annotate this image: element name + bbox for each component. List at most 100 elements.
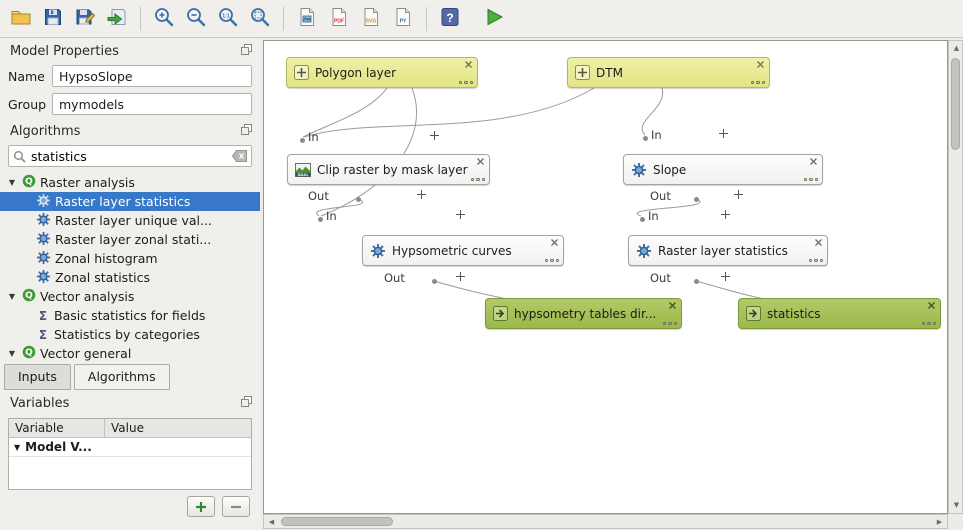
scroll-up-icon[interactable]: ▲: [949, 41, 963, 56]
tree-item-zonal-histogram[interactable]: Zonal histogram: [0, 249, 260, 268]
tree-group-vector-general[interactable]: ▼ Q Vector general: [0, 344, 260, 363]
delete-node-icon[interactable]: [464, 60, 473, 69]
model-group-input[interactable]: [52, 93, 252, 115]
socket-dot[interactable]: [640, 217, 645, 222]
float-panel-icon[interactable]: [241, 44, 252, 59]
comment-dots-icon[interactable]: [751, 81, 766, 85]
socket-dot[interactable]: [356, 197, 361, 202]
algorithm-node-slope[interactable]: Slope: [623, 154, 823, 185]
tree-item-raster-layer-unique-values[interactable]: Raster layer unique val...: [0, 211, 260, 230]
delete-node-icon[interactable]: [668, 301, 677, 310]
zoom-out-button[interactable]: [181, 4, 211, 34]
socket-dot[interactable]: [318, 217, 323, 222]
expand-socket-icon[interactable]: [721, 210, 730, 219]
scroll-down-icon[interactable]: ▼: [949, 498, 963, 513]
comment-dots-icon[interactable]: [922, 322, 937, 326]
expand-arrow-icon[interactable]: ▼: [6, 292, 18, 301]
connection-wires: [264, 41, 948, 514]
output-node-hypsometry-tables[interactable]: hypsometry tables dir...: [485, 298, 682, 329]
export-as-svg-button[interactable]: SVG: [356, 4, 386, 34]
tree-item-basic-statistics-for-fields[interactable]: Σ Basic statistics for fields: [0, 306, 260, 325]
expand-socket-icon[interactable]: [456, 272, 465, 281]
comment-dots-icon[interactable]: [459, 81, 474, 85]
horizontal-scrollbar-thumb[interactable]: [281, 517, 393, 526]
delete-node-icon[interactable]: [927, 301, 936, 310]
zoom-actual-button[interactable]: 1:1: [213, 4, 243, 34]
export-as-pdf-button[interactable]: PDF: [324, 4, 354, 34]
expand-socket-icon[interactable]: [456, 210, 465, 219]
save-model-as-button[interactable]: [70, 4, 100, 34]
horizontal-scrollbar[interactable]: ◀ ▶: [263, 514, 948, 529]
comment-dots-icon[interactable]: [471, 178, 486, 182]
help-button[interactable]: ?: [435, 4, 465, 34]
delete-node-icon[interactable]: [756, 60, 765, 69]
tab-algorithms[interactable]: Algorithms: [74, 364, 170, 390]
model-variables-row[interactable]: ▼ Model V...: [9, 438, 251, 457]
socket-dot[interactable]: [300, 138, 305, 143]
expand-socket-icon[interactable]: [719, 129, 728, 138]
vertical-scrollbar[interactable]: ▲ ▼: [948, 40, 963, 514]
tree-item-raster-layer-zonal-statistics[interactable]: Raster layer zonal stati...: [0, 230, 260, 249]
algorithm-search-input[interactable]: [8, 145, 252, 167]
comment-dots-icon[interactable]: [545, 259, 560, 263]
expand-arrow-icon[interactable]: ▼: [6, 178, 18, 187]
tree-group-vector-analysis[interactable]: ▼ Q Vector analysis: [0, 287, 260, 306]
tab-inputs[interactable]: Inputs: [4, 364, 71, 390]
tree-label: Vector analysis: [40, 289, 134, 304]
run-model-button[interactable]: [479, 4, 509, 34]
input-node-dtm[interactable]: DTM: [567, 57, 770, 88]
tree-item-statistics-by-categories[interactable]: Σ Statistics by categories: [0, 325, 260, 344]
float-panel-icon[interactable]: [241, 396, 252, 411]
node-title: Clip raster by mask layer: [317, 163, 468, 177]
comment-dots-icon[interactable]: [663, 322, 678, 326]
model-canvas[interactable]: Polygon layer DTM GDAL Clip raster by ma…: [263, 40, 948, 514]
provider-qgis-icon: Q: [22, 345, 36, 362]
model-name-input[interactable]: [52, 65, 252, 87]
algorithm-node-clip-raster[interactable]: GDAL Clip raster by mask layer: [287, 154, 490, 185]
expand-socket-icon[interactable]: [417, 190, 426, 199]
socket-dot[interactable]: [432, 279, 437, 284]
zoom-full-button[interactable]: [245, 4, 275, 34]
scroll-left-icon[interactable]: ◀: [264, 515, 279, 530]
zoom-in-button[interactable]: [149, 4, 179, 34]
expand-arrow-icon[interactable]: ▼: [14, 443, 20, 452]
delete-node-icon[interactable]: [476, 157, 485, 166]
toolbar-separator: [283, 7, 284, 31]
socket-dot[interactable]: [643, 136, 648, 141]
add-variable-button[interactable]: [187, 496, 215, 517]
svg-text:Q: Q: [25, 177, 33, 187]
input-node-polygon-layer[interactable]: Polygon layer: [286, 57, 478, 88]
expand-socket-icon[interactable]: [721, 272, 730, 281]
expand-arrow-icon[interactable]: ▼: [6, 349, 18, 358]
algorithm-node-hypsometric-curves[interactable]: Hypsometric curves: [362, 235, 564, 266]
delete-node-icon[interactable]: [809, 157, 818, 166]
tree-item-zonal-statistics[interactable]: Zonal statistics: [0, 268, 260, 287]
vertical-scrollbar-thumb[interactable]: [951, 58, 960, 150]
save-in-project-button[interactable]: [102, 4, 132, 34]
open-model-button[interactable]: [6, 4, 36, 34]
algorithm-node-raster-layer-statistics[interactable]: Raster layer statistics: [628, 235, 828, 266]
export-as-image-button[interactable]: [292, 4, 322, 34]
export-as-python-button[interactable]: PY: [388, 4, 418, 34]
expand-socket-icon[interactable]: [734, 190, 743, 199]
save-model-button[interactable]: [38, 4, 68, 34]
tree-label: Raster layer unique val...: [55, 213, 212, 228]
algorithm-gear-icon: [36, 193, 51, 211]
delete-node-icon[interactable]: [550, 238, 559, 247]
socket-dot[interactable]: [694, 197, 699, 202]
clear-search-icon[interactable]: [232, 150, 247, 165]
socket-dot[interactable]: [694, 279, 699, 284]
delete-node-icon[interactable]: [814, 238, 823, 247]
algorithm-gear-icon: [631, 162, 647, 178]
expand-socket-icon[interactable]: [430, 131, 439, 140]
float-panel-icon[interactable]: [241, 124, 252, 139]
scroll-right-icon[interactable]: ▶: [932, 515, 947, 530]
node-title: Slope: [653, 163, 686, 177]
node-title: Raster layer statistics: [658, 244, 788, 258]
output-node-statistics[interactable]: statistics: [738, 298, 941, 329]
tree-group-raster-analysis[interactable]: ▼ Q Raster analysis: [0, 173, 260, 192]
tree-item-raster-layer-statistics[interactable]: Raster layer statistics: [0, 192, 260, 211]
remove-variable-button[interactable]: [222, 496, 250, 517]
comment-dots-icon[interactable]: [804, 178, 819, 182]
comment-dots-icon[interactable]: [809, 259, 824, 263]
